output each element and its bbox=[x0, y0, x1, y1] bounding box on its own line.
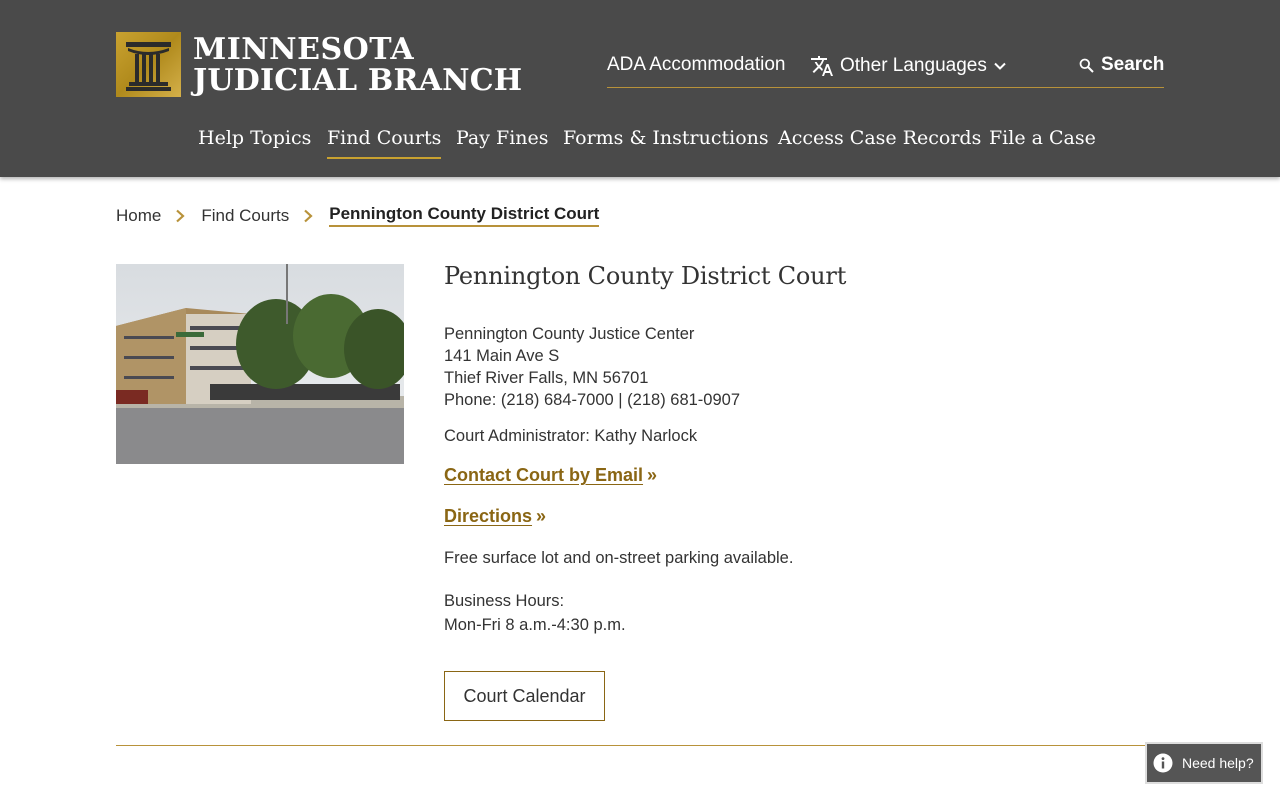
nav-access-case-records[interactable]: Access Case Records bbox=[778, 127, 981, 157]
hours-value: Mon-Fri 8 a.m.-4:30 p.m. bbox=[444, 616, 626, 634]
nav-file-a-case[interactable]: File a Case bbox=[989, 127, 1096, 157]
court-address: Pennington County Justice Center 141 Mai… bbox=[444, 323, 740, 411]
search-icon bbox=[1079, 58, 1094, 73]
court-administrator: Court Administrator: Kathy Narlock bbox=[444, 427, 698, 445]
other-languages-dropdown[interactable]: Other Languages bbox=[810, 54, 1007, 78]
search-button[interactable]: Search bbox=[1079, 54, 1164, 76]
phone-line: Phone: (218) 684-7000 | (218) 681-0907 bbox=[444, 391, 741, 409]
court-title: Pennington County District Court bbox=[444, 262, 847, 290]
section-divider bbox=[116, 745, 1166, 746]
chevron-down-icon bbox=[994, 62, 1006, 70]
breadcrumb: Home Find Courts Pennington County Distr… bbox=[116, 204, 600, 227]
info-icon bbox=[1153, 753, 1173, 773]
search-label: Search bbox=[1101, 54, 1165, 75]
parking-info: Free surface lot and on-street parking a… bbox=[444, 549, 794, 567]
hours-label: Business Hours: bbox=[444, 592, 565, 610]
courthouse-photo bbox=[116, 264, 404, 464]
ada-accommodation-link[interactable]: ADA Accommodation bbox=[607, 54, 785, 76]
directions-link[interactable]: Directions bbox=[444, 506, 532, 526]
nav-help-topics[interactable]: Help Topics bbox=[198, 127, 311, 157]
main-navigation: Help Topics Find Courts Pay Fines Forms … bbox=[0, 124, 1280, 164]
nav-find-courts[interactable]: Find Courts bbox=[327, 127, 442, 159]
breadcrumb-home[interactable]: Home bbox=[116, 206, 161, 226]
nav-pay-fines[interactable]: Pay Fines bbox=[456, 127, 549, 157]
site-header: MINNESOTA JUDICIAL BRANCH ADA Accommodat… bbox=[0, 0, 1280, 177]
directions-link-row: Directions» bbox=[444, 506, 546, 527]
address-line: Pennington County Justice Center bbox=[444, 325, 695, 343]
nav-forms-instructions[interactable]: Forms & Instructions bbox=[563, 127, 769, 157]
chevron-right-icon bbox=[304, 209, 313, 222]
link-arrow: » bbox=[536, 506, 547, 526]
translate-icon bbox=[811, 56, 833, 76]
site-logo[interactable]: MINNESOTA JUDICIAL BRANCH bbox=[116, 32, 522, 97]
link-arrow: » bbox=[647, 465, 658, 485]
logo-text: MINNESOTA JUDICIAL BRANCH bbox=[193, 34, 522, 96]
need-help-button[interactable]: Need help? bbox=[1145, 742, 1263, 784]
court-calendar-button[interactable]: Court Calendar bbox=[444, 671, 605, 721]
address-line: Thief River Falls, MN 56701 bbox=[444, 369, 649, 387]
logo-line-2: JUDICIAL BRANCH bbox=[193, 62, 523, 98]
business-hours: Business Hours: Mon-Fri 8 a.m.-4:30 p.m. bbox=[444, 589, 626, 637]
pillar-logo-icon bbox=[116, 32, 181, 97]
need-help-label: Need help? bbox=[1182, 755, 1254, 771]
contact-court-email-link[interactable]: Contact Court by Email bbox=[444, 465, 643, 485]
other-languages-label: Other Languages bbox=[840, 55, 987, 76]
chevron-right-icon bbox=[176, 209, 185, 222]
utility-bar: ADA Accommodation Other Languages Search bbox=[607, 50, 1164, 88]
breadcrumb-find-courts[interactable]: Find Courts bbox=[201, 206, 289, 226]
breadcrumb-current: Pennington County District Court bbox=[329, 204, 600, 227]
address-line: 141 Main Ave S bbox=[444, 347, 560, 365]
contact-court-link-row: Contact Court by Email» bbox=[444, 465, 657, 486]
logo-line-1: MINNESOTA bbox=[193, 31, 415, 67]
